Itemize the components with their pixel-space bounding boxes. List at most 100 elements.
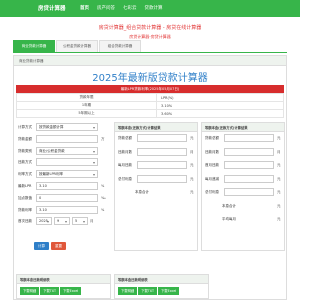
result-unit: 元 bbox=[190, 136, 194, 140]
form-row: 计算方式 按贷款金额计算 bbox=[16, 122, 112, 133]
first-payment-month-select[interactable]: 9 bbox=[54, 217, 70, 226]
field-label: 加点数值 bbox=[18, 195, 32, 200]
result-row: 本息合计 元 bbox=[202, 200, 284, 214]
result-label: 还款月数 bbox=[118, 149, 132, 154]
result-unit: 元 bbox=[277, 217, 281, 221]
result-field bbox=[137, 147, 187, 156]
download-details-button[interactable]: 下载明细 bbox=[118, 287, 138, 295]
result-field bbox=[137, 174, 187, 183]
table-row: 贷款年限 LPR(%) bbox=[16, 93, 284, 102]
schedule-actions: 下载明细 下载TXT 下载Excel bbox=[20, 287, 82, 295]
loan-rate-input[interactable]: 3.10 bbox=[36, 205, 98, 214]
equal-principal-results: 等额本金(还款方式)计算结果 贷款总额 元 还款月数 月 首月还款 元 每月递减… bbox=[201, 122, 285, 251]
form-row: 最新LPR 3.10 % bbox=[16, 181, 112, 192]
result-field bbox=[224, 174, 274, 183]
download-excel-button[interactable]: 下载Excel bbox=[158, 287, 180, 295]
calc-method-select[interactable]: 按贷款金额计算 bbox=[36, 123, 98, 131]
rate-method-select[interactable]: 按最新LPR利率 bbox=[36, 170, 98, 179]
field-unit: 万 bbox=[101, 136, 105, 141]
first-payment-year-select[interactable]: 2025 bbox=[36, 217, 52, 226]
result-unit: 元 bbox=[277, 203, 281, 208]
field-label: 首次还款 bbox=[18, 219, 32, 224]
form-row: 贷款类别 商业/公积金贷款 bbox=[16, 146, 112, 157]
table-row: 1年期 3.10% bbox=[16, 101, 284, 110]
result-row: 平均每月 元 bbox=[202, 213, 284, 227]
result-unit: 元 bbox=[277, 190, 281, 194]
equal-principal-schedule: 等额本金还款明细表 下载明细 下载TXT 下载Excel bbox=[114, 274, 209, 299]
download-details-button[interactable]: 下载明细 bbox=[20, 287, 40, 295]
result-row: 还款月数 月 bbox=[202, 146, 284, 160]
result-row: 每月递减 元 bbox=[202, 173, 284, 187]
calculate-button[interactable]: 计算 bbox=[34, 242, 49, 250]
result-unit: 元 bbox=[190, 190, 194, 194]
result-row: 还款月数 月 bbox=[115, 146, 197, 160]
result-unit: 元 bbox=[190, 163, 194, 167]
field-label: 最新LPR bbox=[18, 183, 32, 188]
lpr-input[interactable]: 3.10 bbox=[36, 181, 98, 190]
result-unit: 元 bbox=[277, 136, 281, 140]
download-txt-button[interactable]: 下载TXT bbox=[40, 287, 60, 295]
nav-loan[interactable]: 贷款计算 bbox=[145, 5, 163, 11]
result-label: 总付利息 bbox=[118, 176, 132, 181]
form-row: 加点数值 0 ‰ bbox=[16, 193, 112, 204]
result-row: 贷款总额 元 bbox=[202, 132, 284, 146]
site-brand[interactable]: 房贷计算器 bbox=[38, 4, 66, 12]
loan-input-form: 计算方式 按贷款金额计算 贷款金额 万 贷款类别 商业/公积金贷款 还款方式 利… bbox=[16, 122, 112, 228]
result-row: 贷款总额 元 bbox=[115, 132, 197, 146]
result-row: 本息合计 元 bbox=[115, 186, 197, 200]
result-unit: 月 bbox=[190, 149, 194, 154]
field-unit: 月 bbox=[90, 219, 94, 224]
results-title: 等额本金(还款方式)计算结果 bbox=[202, 123, 284, 132]
result-field bbox=[224, 134, 274, 142]
reset-button[interactable]: 重置 bbox=[51, 242, 66, 250]
field-unit: % bbox=[101, 207, 105, 212]
rate-value: LPR(%) bbox=[156, 93, 284, 102]
calculator-tabs: 商业贷款计算器 公积金贷款计算器 组合贷款计算器 bbox=[13, 40, 287, 53]
result-field bbox=[224, 161, 274, 169]
field-label: 贷款利率 bbox=[18, 207, 32, 212]
rate-value: 3.10% bbox=[156, 101, 284, 110]
form-row: 还款方式 bbox=[16, 157, 112, 168]
tab-combined[interactable]: 组合贷款计算器 bbox=[99, 40, 141, 52]
calculator-title: 2025年最新版贷款计算器 bbox=[92, 73, 208, 84]
result-row: 总付利息 元 bbox=[202, 186, 284, 200]
tab-commercial[interactable]: 商业贷款计算器 bbox=[13, 40, 55, 52]
loan-type-select[interactable]: 商业/公积金贷款 bbox=[36, 146, 98, 155]
equal-installment-schedule: 等额本息还款明细表 下载明细 下载TXT 下载Excel bbox=[16, 274, 111, 299]
field-unit: ‰ bbox=[101, 195, 106, 200]
tab-provident-fund[interactable]: 公积金贷款计算器 bbox=[56, 40, 98, 52]
equal-installment-results: 等额本息(还款方式)计算结果 贷款总额 元 还款月数 月 每月还款 元 总付利息… bbox=[114, 122, 198, 251]
nav-cloud[interactable]: 七彩云 bbox=[123, 5, 137, 11]
first-payment-day-select[interactable]: 5 bbox=[72, 217, 88, 226]
download-excel-button[interactable]: 下载Excel bbox=[60, 287, 82, 295]
page-headline: 房贷计算器_组合贷款计算器 - 房贷在线计算器 bbox=[98, 25, 202, 31]
result-field bbox=[137, 161, 187, 169]
result-label: 贷款总额 bbox=[118, 136, 132, 140]
nav-qa[interactable]: 房产问答 bbox=[97, 5, 115, 11]
form-row: 贷款利率 3.10 % bbox=[16, 205, 112, 216]
schedule-actions: 下载明细 下载TXT 下载Excel bbox=[118, 287, 180, 295]
nav-home[interactable]: 首页 bbox=[80, 5, 89, 11]
result-label: 本息合计 bbox=[222, 203, 236, 208]
form-row: 首次还款 2025 9 5 月 bbox=[16, 216, 112, 227]
result-field bbox=[224, 147, 274, 156]
lpr-rate-banner: 最新LPR贷款利率(2025年05月07日) bbox=[16, 85, 284, 93]
field-label: 利率方式 bbox=[18, 172, 32, 177]
repayment-method-select[interactable] bbox=[36, 158, 98, 167]
basis-points-input[interactable]: 0 bbox=[36, 193, 98, 202]
rate-term: 贷款年限 bbox=[16, 93, 157, 102]
field-label: 贷款金额 bbox=[18, 136, 32, 141]
form-row: 利率方式 按最新LPR利率 bbox=[16, 169, 112, 180]
download-txt-button[interactable]: 下载TXT bbox=[138, 287, 158, 295]
result-label: 贷款总额 bbox=[205, 136, 219, 140]
form-actions: 计算 重置 bbox=[34, 242, 66, 250]
result-label: 平均每月 bbox=[222, 217, 236, 221]
result-label: 首月还款 bbox=[205, 163, 219, 167]
rate-term: 5年期以上 bbox=[16, 109, 157, 118]
schedule-title: 等额本金还款明细表 bbox=[115, 275, 208, 284]
result-field bbox=[224, 188, 274, 196]
loan-amount-input[interactable] bbox=[36, 134, 98, 143]
rate-term: 1年期 bbox=[16, 101, 157, 110]
result-unit: 月 bbox=[277, 149, 281, 154]
result-row: 每月还款 元 bbox=[115, 159, 197, 173]
